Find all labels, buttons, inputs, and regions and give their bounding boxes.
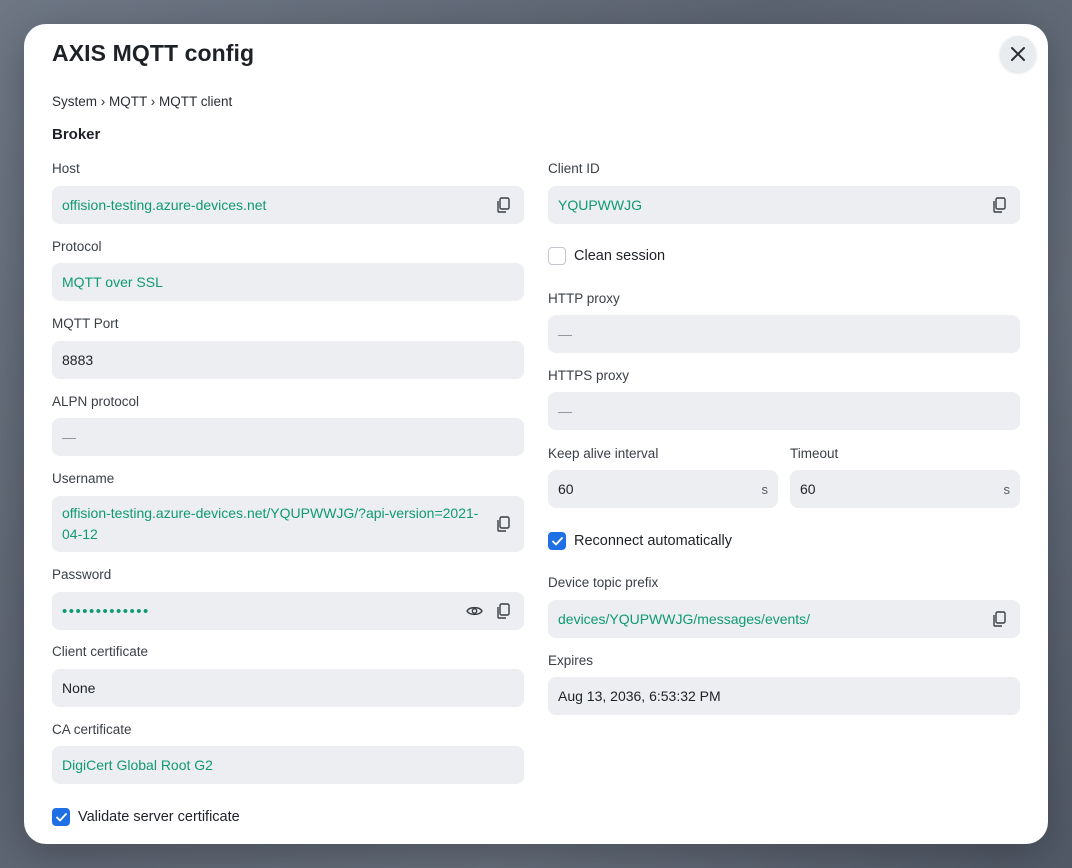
ca-cert-field[interactable]: DigiCert Global Root G2 [52,746,524,784]
password-field[interactable]: ••••••••••••• [52,592,524,630]
copy-icon [993,197,1006,213]
alpn-label: ALPN protocol [52,394,140,409]
port-field[interactable]: 8883 [52,341,524,379]
host-field[interactable]: offision-testing.azure-devices.net [52,186,524,224]
protocol-field[interactable]: MQTT over SSL [52,263,524,301]
copy-topic-prefix-button[interactable] [988,608,1010,630]
reconnect-checkbox[interactable] [548,532,566,550]
ca-cert-label: CA certificate [52,722,132,737]
client-id-label: Client ID [548,161,600,176]
http-proxy-value: — [558,326,572,342]
clean-session-checkbox-row[interactable]: Clean session [548,247,665,265]
check-icon [55,812,67,821]
validate-cert-checkbox[interactable] [52,808,70,826]
port-label: MQTT Port [52,316,119,331]
expires-label: Expires [548,653,594,668]
username-label: Username [52,471,115,486]
keep-alive-field[interactable]: 60 s [548,470,778,508]
timeout-unit: s [1003,481,1011,497]
port-value: 8883 [62,352,94,368]
client-cert-value: None [62,680,96,696]
topic-prefix-label: Device topic prefix [548,575,659,590]
keep-alive-value: 60 [558,481,574,497]
expires-field[interactable]: Aug 13, 2036, 6:53:32 PM [548,677,1020,715]
https-proxy-field[interactable]: — [548,392,1020,430]
copy-icon [497,516,510,532]
topic-prefix-field[interactable]: devices/YQUPWWJG/messages/events/ [548,600,1020,638]
mqtt-config-dialog: AXIS MQTT config System › MQTT › MQTT cl… [24,24,1048,844]
copy-client-id-button[interactable] [988,194,1010,216]
protocol-label: Protocol [52,239,102,254]
client-cert-label: Client certificate [52,644,149,659]
timeout-value: 60 [800,481,816,497]
check-icon [551,536,563,545]
validate-cert-checkbox-row[interactable]: Validate server certificate [52,808,240,826]
client-id-value: YQUPWWJG [558,197,642,213]
alpn-field[interactable]: — [52,418,524,456]
keep-alive-unit: s [761,481,769,497]
topic-prefix-value: devices/YQUPWWJG/messages/events/ [558,611,811,627]
ca-cert-value: DigiCert Global Root G2 [62,757,213,773]
http-proxy-label: HTTP proxy [548,291,620,306]
https-proxy-value: — [558,403,572,419]
close-icon [1011,47,1025,61]
section-title-broker: Broker [52,126,101,143]
username-value: offision-testing.azure-devices.net/YQUPW… [62,505,479,542]
timeout-field[interactable]: 60 s [790,470,1020,508]
client-id-field[interactable]: YQUPWWJG [548,186,1020,224]
https-proxy-label: HTTPS proxy [548,368,630,383]
close-button[interactable] [1000,36,1036,72]
host-label: Host [52,161,80,176]
breadcrumb: System › MQTT › MQTT client [52,94,233,109]
username-field[interactable]: offision-testing.azure-devices.net/YQUPW… [52,496,524,552]
alpn-value: — [62,429,76,445]
dialog-title: AXIS MQTT config [52,40,255,66]
timeout-label: Timeout [790,446,839,461]
expires-value: Aug 13, 2036, 6:53:32 PM [558,688,721,704]
protocol-value: MQTT over SSL [62,274,163,290]
copy-password-button[interactable] [492,600,514,622]
validate-cert-label: Validate server certificate [78,809,240,825]
reconnect-checkbox-row[interactable]: Reconnect automatically [548,532,732,550]
copy-icon [497,197,510,213]
reconnect-label: Reconnect automatically [574,533,732,549]
show-password-button[interactable] [463,600,485,622]
copy-icon [993,611,1006,627]
client-cert-field[interactable]: None [52,669,524,707]
password-label: Password [52,567,112,582]
http-proxy-field[interactable]: — [548,315,1020,353]
keep-alive-label: Keep alive interval [548,446,659,461]
clean-session-label: Clean session [574,248,666,264]
eye-icon [465,606,483,616]
copy-icon [497,603,510,619]
copy-username-button[interactable] [492,513,514,535]
host-value: offision-testing.azure-devices.net [62,197,267,213]
copy-host-button[interactable] [492,194,514,216]
password-value: ••••••••••••• [62,602,150,620]
clean-session-checkbox[interactable] [548,247,566,265]
